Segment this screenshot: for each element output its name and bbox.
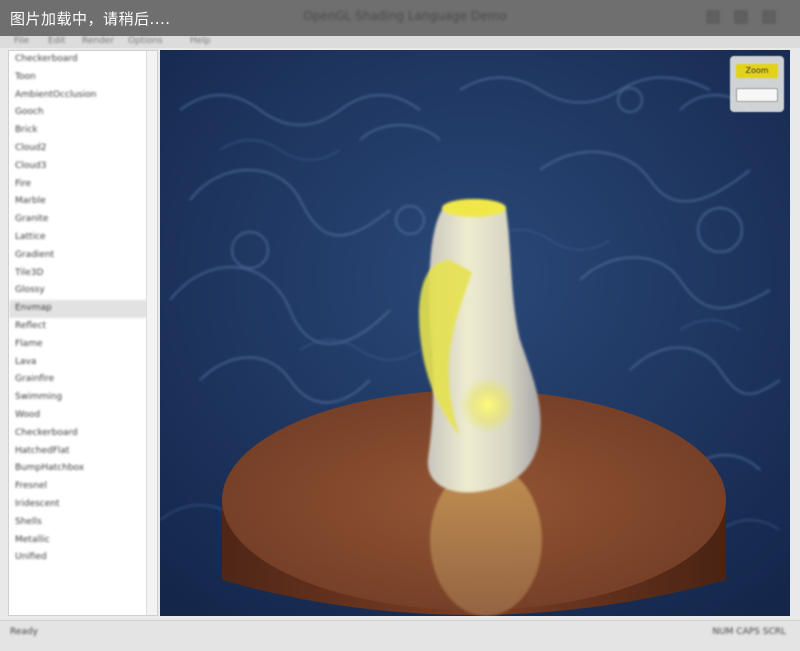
- list-item[interactable]: Glossy: [9, 282, 157, 300]
- list-item[interactable]: Metallic: [9, 532, 157, 550]
- list-item[interactable]: BumpHatchbox: [9, 460, 157, 478]
- list-item[interactable]: Checkerboard: [9, 51, 157, 69]
- list-item[interactable]: Toon: [9, 69, 157, 87]
- status-text: Ready: [10, 627, 38, 637]
- status-indicators: NUM CAPS SCRL: [712, 627, 786, 637]
- list-item[interactable]: Gooch: [9, 104, 157, 122]
- list-item[interactable]: Cloud3: [9, 158, 157, 176]
- zoom-label: Zoom: [745, 66, 769, 75]
- menu-help[interactable]: Help: [190, 36, 211, 46]
- list-scrollbar[interactable]: [146, 51, 157, 615]
- example-list[interactable]: Checkerboard Toon AmbientOcclusion Gooch Bri…: [8, 50, 158, 616]
- menu-options[interactable]: Options: [128, 36, 163, 46]
- list-item[interactable]: Granite: [9, 211, 157, 229]
- list-item[interactable]: Shells: [9, 514, 157, 532]
- list-item[interactable]: Wood: [9, 407, 157, 425]
- status-bar: Ready NUM CAPS SCRL: [0, 620, 800, 651]
- list-item[interactable]: AmbientOcclusion: [9, 87, 157, 105]
- list-item[interactable]: Checkerboard: [9, 425, 157, 443]
- minimize-icon[interactable]: [706, 10, 720, 24]
- close-icon[interactable]: [762, 10, 776, 24]
- list-item[interactable]: Brick: [9, 122, 157, 140]
- list-item[interactable]: Reflect: [9, 318, 157, 336]
- list-item[interactable]: HatchedFlat: [9, 443, 157, 461]
- title-bar: 图片加载中，请稍后.... OpenGL Shading Language De…: [0, 0, 800, 36]
- window-title: OpenGL Shading Language Demo: [303, 9, 507, 23]
- list-item[interactable]: Gradient: [9, 247, 157, 265]
- list-item[interactable]: Cloud2: [9, 140, 157, 158]
- list-item[interactable]: Flame: [9, 336, 157, 354]
- render-canvas: [160, 50, 790, 616]
- menu-render[interactable]: Render: [82, 36, 114, 46]
- render-viewport[interactable]: Zoom: [160, 50, 790, 616]
- zoom-reset-button[interactable]: [736, 88, 778, 102]
- list-item[interactable]: Lava: [9, 354, 157, 372]
- menu-bar: File Edit Render Options Help: [0, 36, 800, 48]
- list-item[interactable]: Tile3D: [9, 265, 157, 283]
- list-item[interactable]: Fresnel: [9, 478, 157, 496]
- list-item[interactable]: Fire: [9, 176, 157, 194]
- zoom-control[interactable]: Zoom: [730, 56, 784, 112]
- list-item[interactable]: Swimming: [9, 389, 157, 407]
- menu-file[interactable]: File: [14, 36, 29, 46]
- list-item[interactable]: Unified: [9, 549, 157, 567]
- list-item[interactable]: Grainfire: [9, 371, 157, 389]
- list-item[interactable]: Envmap: [9, 300, 157, 318]
- list-item[interactable]: Lattice: [9, 229, 157, 247]
- menu-edit[interactable]: Edit: [48, 36, 65, 46]
- loading-text: 图片加载中，请稍后....: [10, 10, 171, 28]
- maximize-icon[interactable]: [734, 10, 748, 24]
- list-item[interactable]: Marble: [9, 193, 157, 211]
- list-item[interactable]: Iridescent: [9, 496, 157, 514]
